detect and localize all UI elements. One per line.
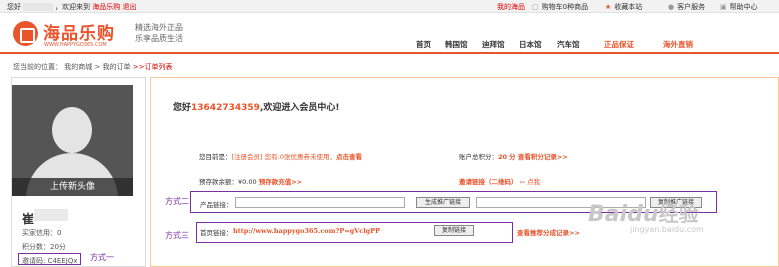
breadcrumb-prefix: 您当前的位置： [13, 63, 62, 71]
level-label: 您目前是： [199, 153, 232, 161]
coupon-link[interactable]: 点击查看 [336, 153, 362, 161]
deposit-value: ¥0.00 [238, 178, 257, 186]
generate-link-button[interactable]: 生成推广链接 [416, 197, 470, 208]
nav-genuine[interactable]: 正品保证 [604, 39, 634, 50]
breadcrumb-orders[interactable]: 我的订单 [103, 63, 131, 71]
welcome-suffix: ,欢迎进入会员中心! [259, 103, 340, 113]
invite-link-row: 邀请链接（二维码） ⇦ 点我 [459, 176, 540, 186]
invite-code-highlight [18, 253, 81, 265]
logout-link[interactable]: 退出 [122, 3, 136, 11]
nav-dubai[interactable]: 迪拜馆 [482, 39, 505, 50]
user-name-blur [34, 209, 68, 221]
slogan-line-2: 乐享品质生活 [135, 34, 183, 43]
nav-japan[interactable]: 日本馆 [519, 39, 542, 50]
user-phone: 13642734359 [191, 103, 260, 113]
product-link-label: 产品链接： [200, 201, 233, 209]
breadcrumb-mall[interactable]: 我的商城 [64, 63, 92, 71]
breadcrumb: 您当前的位置： 我的商城 > 我的订单 >>订单列表 [13, 62, 173, 72]
top-bar: 您好 ，欢迎来到 海品乐购 退出 我的海品 ▢ 购物车0种商品 ★ 收藏本站 ● 客户服… [0, 0, 779, 13]
upload-avatar-button[interactable]: 上传新头像 [12, 178, 133, 196]
user-name: 崔 [22, 212, 35, 226]
total-points-value: 20 [498, 153, 508, 161]
invite-click-hint: ⇦ 点我 [519, 178, 541, 186]
greet-mid: ，欢迎来到 [55, 3, 90, 11]
nav-korea[interactable]: 韩国馆 [445, 39, 468, 50]
deposit-link[interactable]: 预存款充值>> [259, 178, 302, 186]
logo-text[interactable]: 海品乐购 [43, 19, 115, 44]
home-link-label: 首页链接： [200, 229, 233, 237]
home-link-url[interactable]: http://www.happygo365.com?P=gVclgPP [233, 227, 380, 235]
greeting: 您好 ，欢迎来到 海品乐购 退出 [7, 2, 136, 12]
avatar-head-icon [52, 107, 92, 153]
logo-url: WWW.HAPPYGO365.COM [44, 42, 107, 48]
product-link-input[interactable] [235, 197, 405, 208]
deposit-row: 预存款余额：¥0.00 预存款充值>> [199, 176, 302, 186]
member-level: [注册会员] [231, 153, 263, 161]
nav-car[interactable]: 汽车馆 [557, 39, 580, 50]
breadcrumb-current-icon: >> [132, 63, 145, 71]
username-blur [23, 3, 53, 11]
service-link[interactable]: ● 客户服务 [668, 2, 708, 12]
points-count: 积分数：20分 [22, 243, 66, 251]
buyer-credit: 买家信用：0 [22, 229, 62, 237]
coupon-text: 您有:0张优惠券未使用， [264, 153, 336, 161]
points-record-link[interactable]: 分 查看积分记录>> [509, 153, 568, 161]
logo-icon[interactable] [13, 21, 38, 46]
help-icon: ▣ [720, 3, 727, 11]
help-link[interactable]: ▣ 帮助中心 [720, 2, 761, 12]
cart-icon: ▢ [532, 3, 539, 11]
user-icon: ● [668, 3, 675, 11]
nav-overseas[interactable]: 海外直销 [663, 39, 693, 50]
member-level-row: 您目前是：[注册会员] 您有:0张优惠券未使用，点击查看 [199, 151, 362, 161]
favorite-link[interactable]: ★ 收藏本站 [605, 2, 645, 12]
annotation-method-3: 方式三 [165, 231, 189, 240]
welcome-text: 您好13642734359,欢迎进入会员中心! [173, 100, 339, 113]
annotation-method-2: 方式二 [165, 197, 189, 206]
share-record-link[interactable]: 查看推荐分成记录>> [517, 227, 580, 237]
deposit-label: 预存款余额： [199, 178, 238, 186]
invite-qr-link[interactable]: 邀请链接（二维码） [459, 178, 518, 186]
copy-home-link-button[interactable]: 复制链接 [434, 225, 474, 236]
breadcrumb-sep: > [94, 63, 103, 71]
slogan: 精选海外正品 乐享品质生活 [135, 22, 183, 44]
baidu-watermark-url: jingyan.baidu.com [630, 225, 704, 234]
breadcrumb-current: 订单列表 [144, 63, 173, 71]
star-icon: ★ [605, 3, 612, 11]
greet-prefix: 您好 [7, 3, 21, 11]
my-haipin-link[interactable]: 我的海品 [497, 2, 528, 12]
total-points-row: 账户总积分：20 分 查看积分记录>> [459, 151, 568, 161]
welcome-prefix: 您好 [173, 103, 192, 113]
avatar[interactable]: 上传新头像 [12, 85, 133, 196]
slogan-line-1: 精选海外正品 [135, 23, 183, 32]
site-link[interactable]: 海品乐购 [92, 3, 120, 11]
total-points-label: 账户总积分： [459, 153, 498, 161]
cart-link[interactable]: ▢ 购物车0种商品 [532, 2, 591, 12]
baidu-watermark-logo: Baidu经验 [588, 202, 699, 227]
annotation-method-1: 方式一 [90, 253, 114, 262]
nav-home[interactable]: 首页 [416, 39, 431, 50]
